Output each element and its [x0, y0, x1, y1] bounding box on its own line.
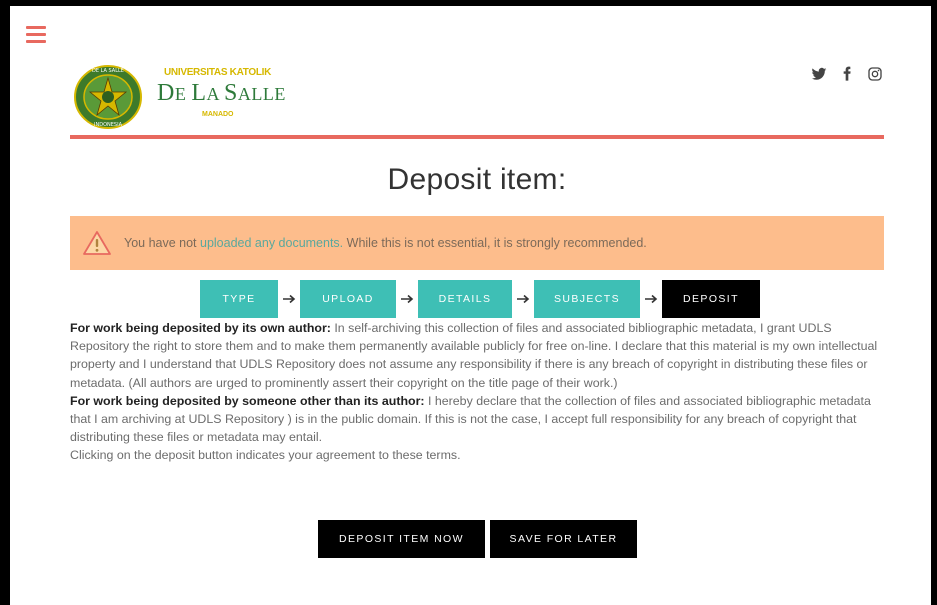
logo-name-text: DE LA SALLE — [157, 80, 286, 106]
warning-triangle-icon — [83, 231, 111, 255]
logo-city-text: MANADO — [202, 111, 234, 118]
step-arrow-icon — [512, 294, 534, 304]
deposit-actions: DEPOSIT ITEM NOW SAVE FOR LATER — [318, 520, 637, 558]
site-logo[interactable]: DE LA SALLE INDONESIA UNIVERSITAS KATOLI… — [72, 61, 312, 133]
social-links — [811, 66, 883, 82]
other-author-terms: For work being deposited by someone othe… — [70, 393, 871, 445]
warning-message: You have not uploaded any documents. Whi… — [124, 236, 647, 250]
warning-banner: You have not uploaded any documents. Whi… — [70, 216, 884, 270]
save-for-later-button[interactable]: SAVE FOR LATER — [490, 520, 637, 558]
step-arrow-icon — [640, 294, 662, 304]
instagram-icon[interactable] — [867, 66, 883, 82]
upload-documents-link[interactable]: uploaded any documents. — [200, 236, 343, 250]
logo-university-text: UNIVERSITAS KATOLIK — [164, 67, 272, 78]
facebook-icon[interactable] — [839, 66, 855, 82]
step-arrow-icon — [396, 294, 418, 304]
twitter-icon[interactable] — [811, 66, 827, 82]
deposit-terms: For work being deposited by its own auth… — [70, 319, 890, 465]
page: DE LA SALLE INDONESIA UNIVERSITAS KATOLI… — [10, 6, 931, 605]
step-upload-button[interactable]: UPLOAD — [300, 280, 396, 318]
step-type-button[interactable]: TYPE — [200, 280, 278, 318]
step-deposit-button[interactable]: DEPOSIT — [662, 280, 760, 318]
step-arrow-icon — [278, 294, 300, 304]
university-seal-icon: DE LA SALLE INDONESIA — [74, 65, 142, 129]
svg-text:DE LA SALLE: DE LA SALLE — [92, 68, 124, 74]
deposit-workflow-steps: TYPE UPLOAD DETAILS SUBJECTS DEPOSIT — [200, 280, 760, 318]
step-subjects-button[interactable]: SUBJECTS — [534, 280, 640, 318]
deposit-item-now-button[interactable]: DEPOSIT ITEM NOW — [318, 520, 485, 558]
header-divider — [70, 135, 884, 139]
step-details-button[interactable]: DETAILS — [418, 280, 512, 318]
page-title: Deposit item: — [387, 163, 567, 196]
agreement-note: Clicking on the deposit button indicates… — [70, 448, 461, 463]
own-author-terms: For work being deposited by its own auth… — [70, 321, 878, 390]
hamburger-menu-icon[interactable] — [26, 26, 46, 44]
svg-text:INDONESIA: INDONESIA — [94, 122, 123, 128]
window-frame-right — [931, 0, 937, 605]
window-frame-left — [0, 0, 10, 605]
